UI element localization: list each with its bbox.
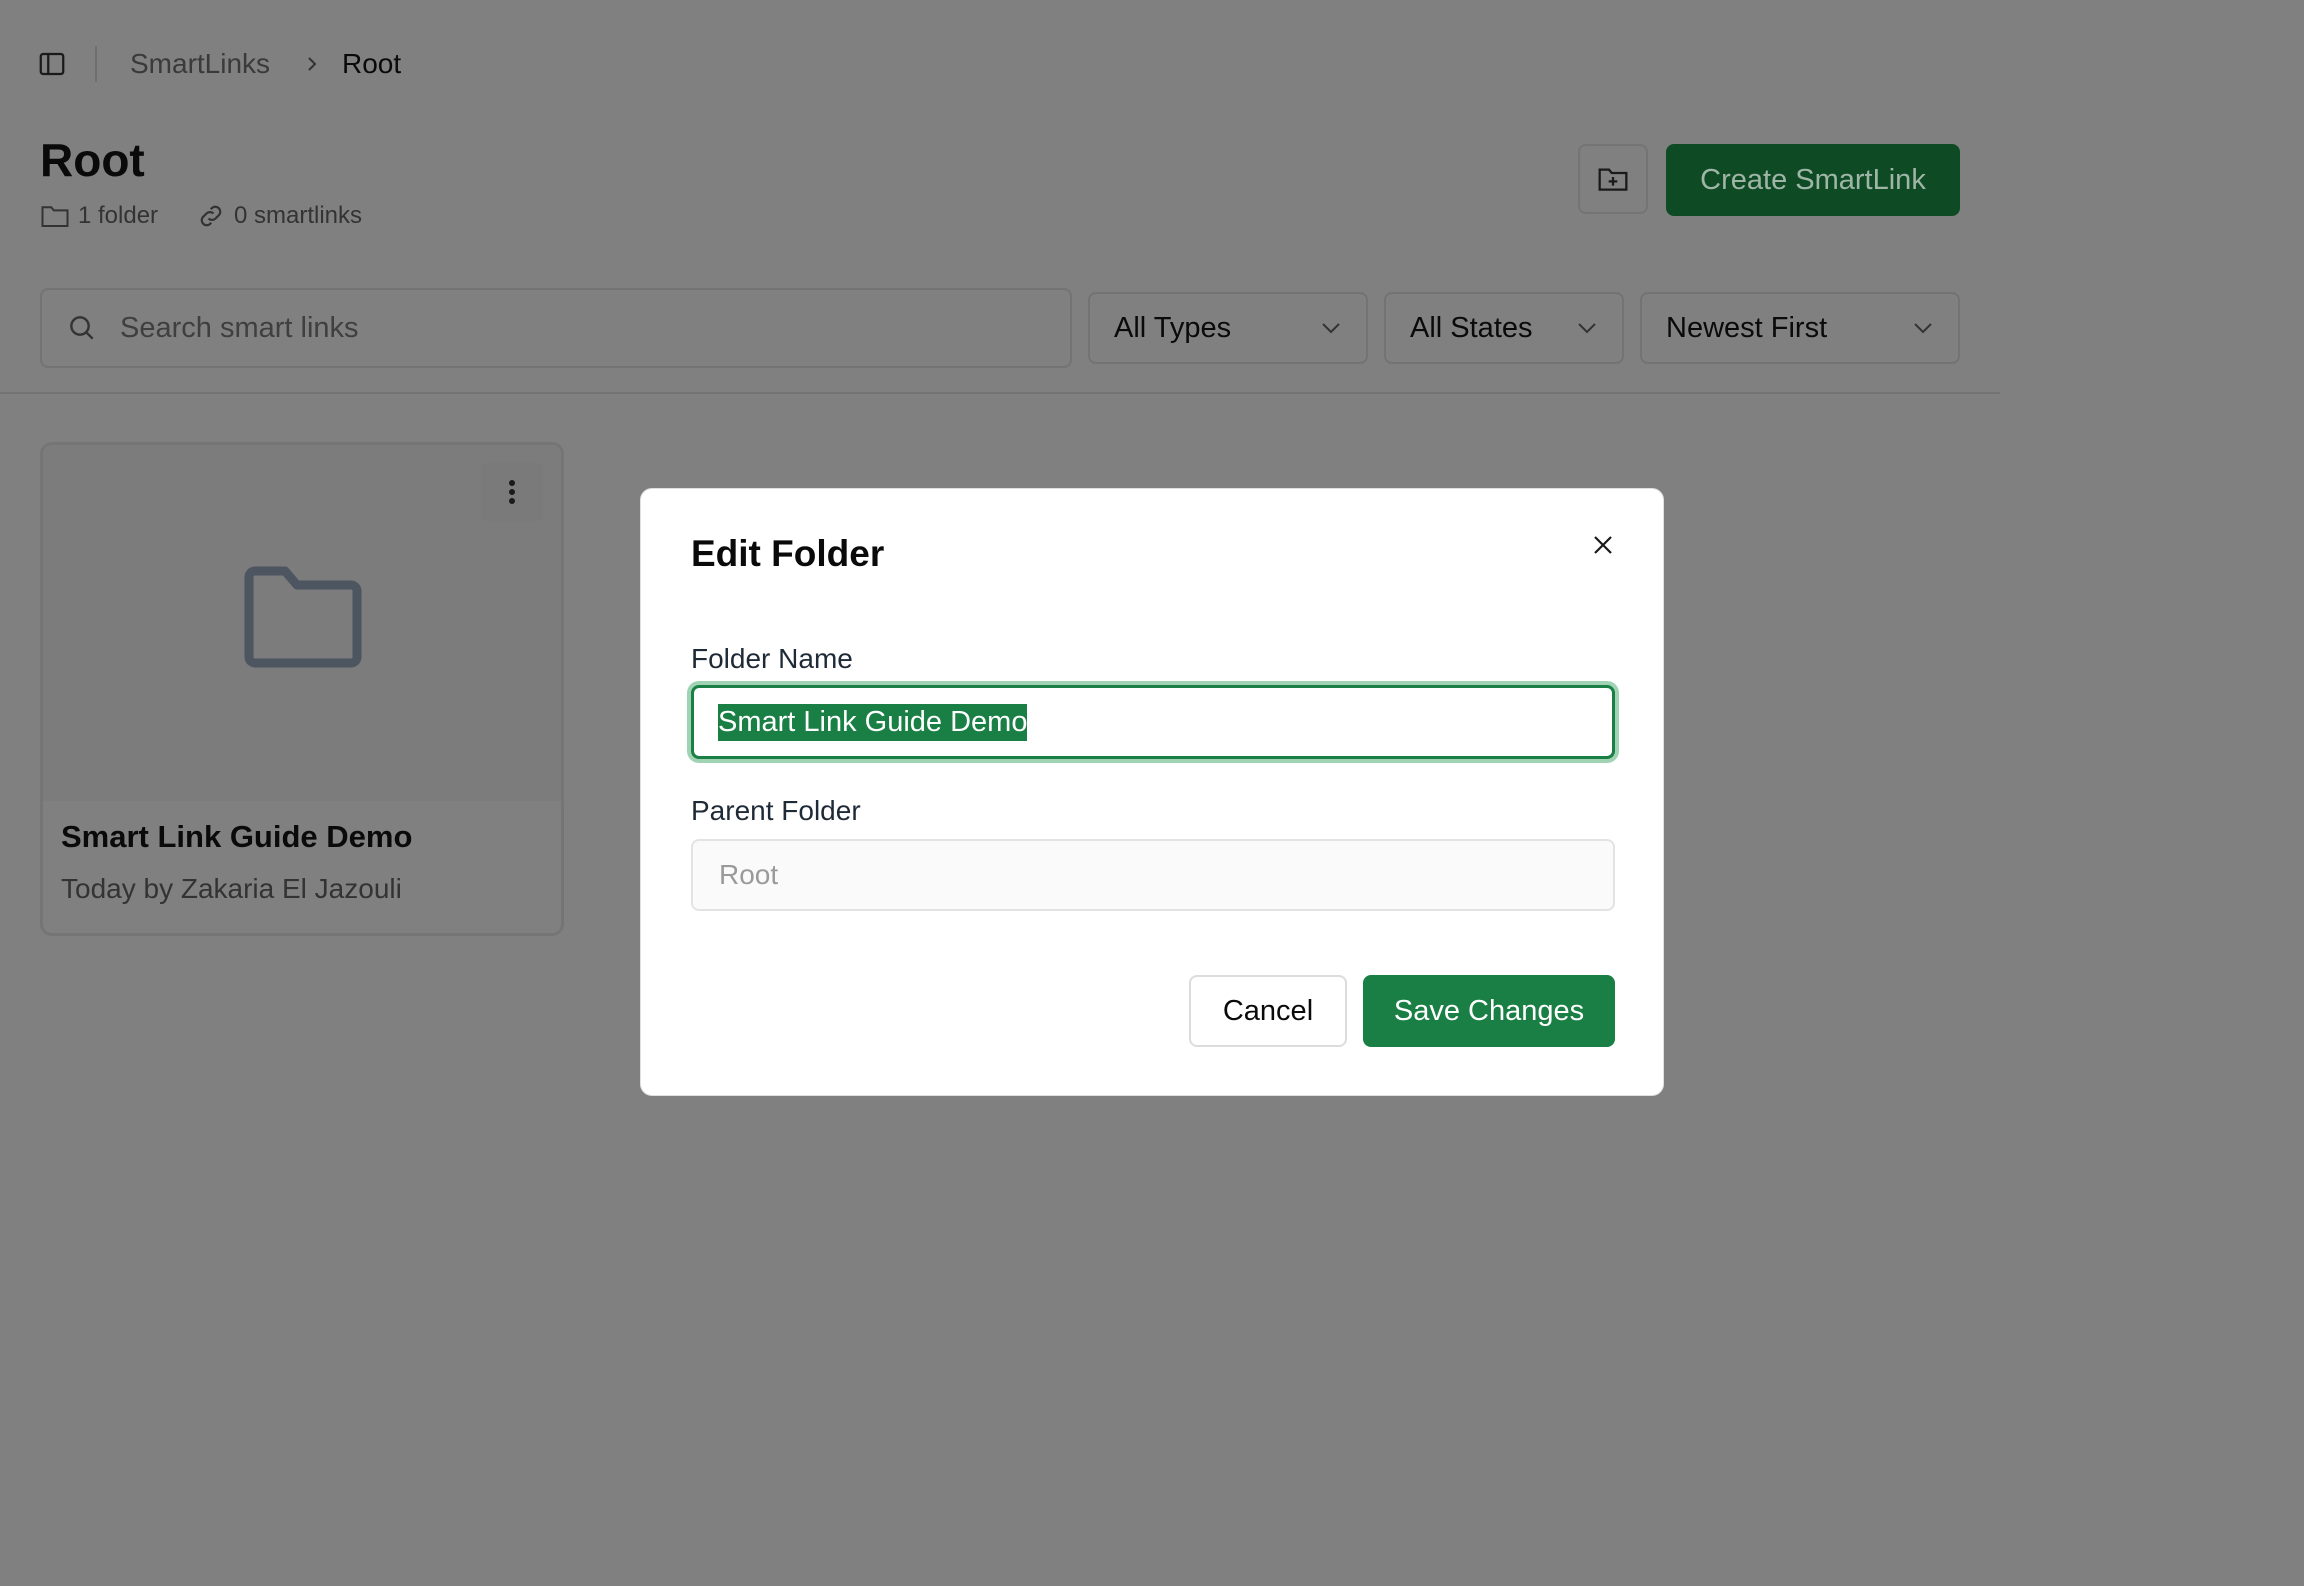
link-icon (200, 205, 222, 227)
smartlink-count: 0 smartlinks (196, 200, 362, 232)
divider (95, 46, 97, 82)
sort-select[interactable]: Newest First (1640, 292, 1960, 364)
chevron-right-icon (300, 50, 324, 78)
edit-folder-dialog: Edit Folder Folder Name Smart Link Guide… (640, 488, 1664, 1096)
folder-subtitle: Today by Zakaria El Jazouli (61, 873, 402, 904)
parent-folder-value: Root (719, 859, 779, 890)
close-icon[interactable] (1583, 525, 1623, 565)
folder-count-label: 1 folder (78, 202, 159, 229)
sidebar-toggle-icon[interactable] (36, 48, 68, 80)
breadcrumb-root: Root (342, 48, 402, 79)
divider (0, 392, 2000, 394)
folder-card[interactable]: Smart Link Guide Demo Today by Zakaria E… (40, 442, 564, 936)
top-bar: SmartLinks Root (0, 0, 2000, 128)
folder-name-label: Folder Name (691, 643, 853, 674)
create-smartlink-button[interactable]: Create SmartLink (1666, 144, 1960, 216)
search-input[interactable]: Search smart links (40, 288, 1072, 368)
folder-icon (41, 206, 69, 227)
type-filter-select[interactable]: All Types (1088, 292, 1368, 364)
chevron-down-icon (1322, 323, 1340, 334)
dialog-title: Edit Folder (691, 533, 885, 574)
folder-icon (243, 565, 365, 676)
search-placeholder: Search smart links (120, 311, 359, 344)
folder-name-input[interactable]: Smart Link Guide Demo (691, 685, 1615, 759)
type-filter-value: All Types (1114, 311, 1232, 344)
parent-folder-field: Root (691, 839, 1615, 911)
breadcrumb-smartlinks[interactable]: SmartLinks (130, 46, 270, 82)
save-changes-button[interactable]: Save Changes (1363, 975, 1615, 1047)
chevron-down-icon (1914, 323, 1932, 334)
folder-name: Smart Link Guide Demo (61, 819, 413, 854)
search-icon (66, 312, 98, 344)
parent-folder-label: Parent Folder (691, 795, 861, 826)
state-filter-value: All States (1410, 311, 1533, 344)
new-folder-button[interactable] (1578, 144, 1648, 214)
folder-plus-icon (1598, 168, 1628, 191)
folder-count: 1 folder (40, 200, 158, 232)
more-vertical-icon[interactable] (481, 463, 543, 521)
chevron-down-icon (1578, 323, 1596, 334)
state-filter-select[interactable]: All States (1384, 292, 1624, 364)
page-title: Root (40, 134, 145, 186)
smartlink-count-label: 0 smartlinks (234, 202, 363, 229)
folder-name-value: Smart Link Guide Demo (718, 703, 1028, 741)
sort-value: Newest First (1666, 311, 1828, 344)
cancel-button[interactable]: Cancel (1189, 975, 1347, 1047)
